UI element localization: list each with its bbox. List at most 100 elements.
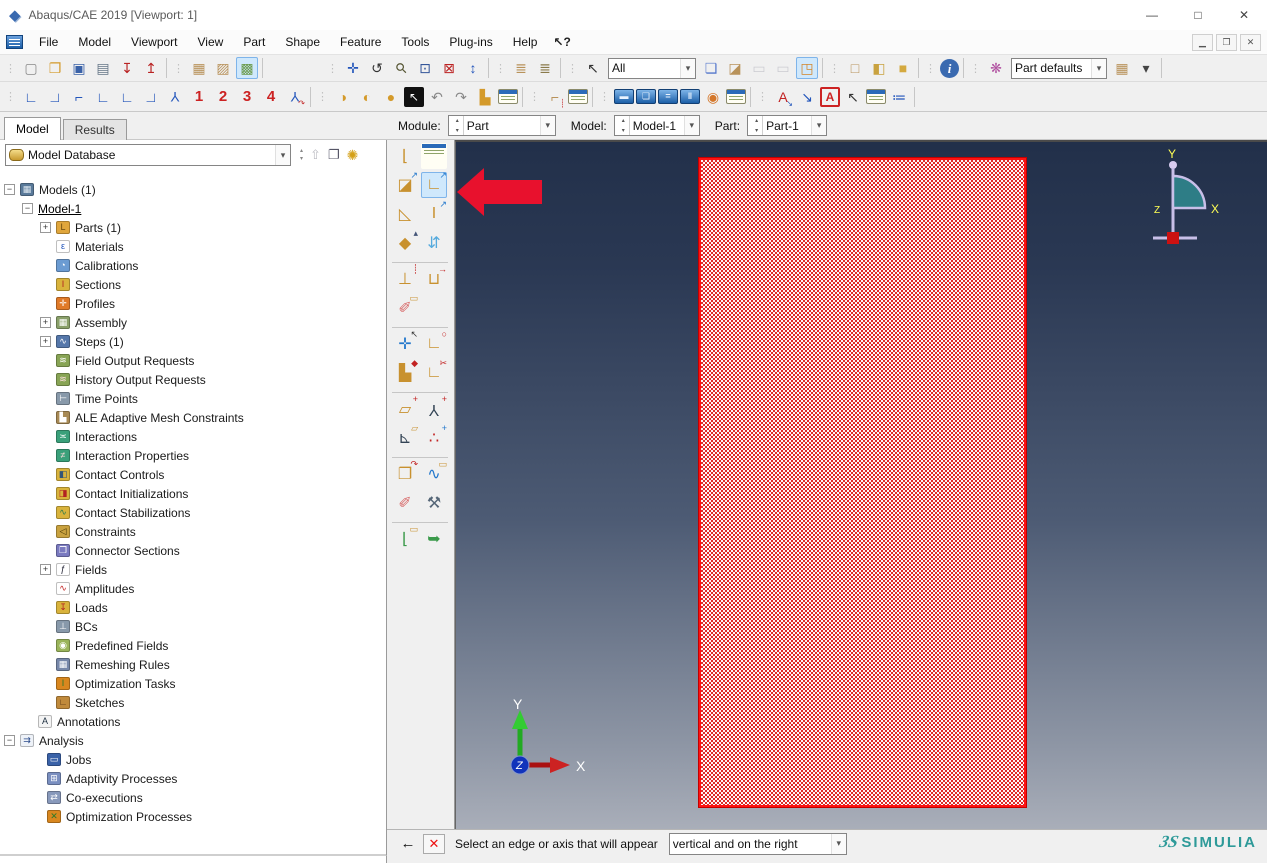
create-wire-icon[interactable]: I ↗: [421, 200, 447, 227]
part-face-highlight[interactable]: [699, 158, 1026, 807]
sketch-transform-icon[interactable]: ❐ ↷: [392, 460, 418, 487]
menu-shape[interactable]: Shape: [275, 30, 330, 54]
tree-item-loads[interactable]: ↧ Loads: [0, 598, 386, 617]
tree-item-amplitudes[interactable]: ∿ Amplitudes: [0, 579, 386, 598]
tree-item-materials[interactable]: ε Materials: [0, 237, 386, 256]
viewport-decor-icon[interactable]: ◉: [702, 86, 724, 108]
magnify-view-icon[interactable]: ⚲: [390, 57, 412, 79]
menu-help[interactable]: Help: [503, 30, 548, 54]
solid-from-shell-icon[interactable]: ⊥ ┊: [392, 265, 418, 292]
tree-item-interactions[interactable]: ≍ Interactions: [0, 427, 386, 446]
menu-model[interactable]: Model: [68, 30, 121, 54]
field-report-icon[interactable]: ≔: [888, 86, 910, 108]
tree-item-calibrations[interactable]: ◔ Calibrations: [0, 256, 386, 275]
repair-point-icon[interactable]: ✛ ↖: [392, 330, 418, 357]
edit-sketch-icon[interactable]: ∿ ▭: [421, 460, 447, 487]
tree-item-time-points[interactable]: ⊢ Time Points: [0, 389, 386, 408]
pan-view-icon[interactable]: ✛: [342, 57, 364, 79]
view-3-icon[interactable]: 3: [236, 86, 258, 108]
window-cascade-icon[interactable]: ❏: [636, 89, 656, 104]
tree-item-predefined-fields[interactable]: ◉ Predefined Fields: [0, 636, 386, 655]
import-database-icon[interactable]: ↧: [116, 57, 138, 79]
create-planar-shell-icon[interactable]: ◺: [392, 201, 418, 227]
perspective-icon[interactable]: Y ↷: [284, 86, 306, 108]
color-cube-icon[interactable]: ▦: [1111, 57, 1133, 79]
render-hidden-icon[interactable]: ▨: [212, 57, 234, 79]
datum-csys-icon[interactable]: ⊾ ▱: [392, 424, 418, 451]
menu-view[interactable]: View: [188, 30, 234, 54]
edit-annotation-icon[interactable]: A ↘: [772, 86, 794, 108]
prompt-cancel-button[interactable]: ✕: [423, 833, 445, 854]
show-wireframe-cube-icon[interactable]: □: [844, 57, 866, 79]
tree-item-contact-initializations[interactable]: ◨ Contact Initializations: [0, 484, 386, 503]
fit-view-icon[interactable]: ⊠: [438, 57, 460, 79]
copy-part-icon[interactable]: ⌊ ▭: [392, 525, 418, 552]
tree-item-steps-1-[interactable]: + ∿ Steps (1): [0, 332, 386, 351]
render-shaded-icon[interactable]: ▩: [236, 57, 258, 79]
tree-item-contact-controls[interactable]: ◧ Contact Controls: [0, 465, 386, 484]
tree-item-field-output-requests[interactable]: ≋ Field Output Requests: [0, 351, 386, 370]
datum-plane-icon[interactable]: ▱ +: [392, 395, 418, 422]
create-solid-primitive-icon[interactable]: ◆ ▴: [392, 229, 418, 256]
tree-item-optimization-tasks[interactable]: I Optimization Tasks: [0, 674, 386, 693]
tree-item-ale-adaptive-mesh-constraints[interactable]: ▙ ALE Adaptive Mesh Constraints: [0, 408, 386, 427]
expand-icon[interactable]: +: [40, 317, 51, 328]
datum-axis-icon[interactable]: Y +: [421, 395, 447, 422]
tree-item-sections[interactable]: I Sections: [0, 275, 386, 294]
circle-solid-icon[interactable]: ●: [380, 86, 402, 108]
module-spinner[interactable]: ▴ ▾: [452, 116, 464, 135]
select-entity-icon[interactable]: ◳: [796, 57, 818, 79]
window-tile-horizontal-icon[interactable]: =: [658, 89, 678, 104]
view-iso-icon[interactable]: Y: [164, 86, 186, 108]
tree-item-adaptivity-processes[interactable]: ⊞ Adaptivity Processes: [0, 769, 386, 788]
view-right-icon[interactable]: ∟: [140, 86, 162, 108]
sketch-erase-icon[interactable]: ✐: [392, 490, 418, 516]
part-spinner[interactable]: ▴ ▾: [751, 116, 764, 135]
view-back-icon[interactable]: ∟: [44, 86, 66, 108]
query-info-icon[interactable]: i: [940, 58, 959, 78]
menu-part[interactable]: Part: [233, 30, 275, 54]
edge-orientation-combo[interactable]: vertical and on the right ▾: [668, 832, 847, 855]
highlight-flag-icon[interactable]: ↖: [404, 86, 424, 107]
view-bottom-icon[interactable]: ∟: [92, 86, 114, 108]
create-solid-extrude-icon[interactable]: ◪ ↗: [392, 171, 418, 198]
context-help-icon[interactable]: ↖?: [553, 35, 570, 49]
tree-item-profiles[interactable]: ✛ Profiles: [0, 294, 386, 313]
suppress-feature-icon[interactable]: ⌐ ┊: [544, 86, 566, 108]
expand-icon[interactable]: +: [40, 336, 51, 347]
view-4-icon[interactable]: 4: [260, 86, 282, 108]
tree-item-annotations[interactable]: A Annotations: [0, 712, 386, 731]
expand-icon[interactable]: +: [40, 222, 51, 233]
select-cells-icon[interactable]: ◪: [724, 57, 746, 79]
show-hide-icon[interactable]: ✺: [347, 147, 359, 164]
tree-spinner[interactable]: ▴ ▾: [300, 148, 303, 162]
import-part-icon[interactable]: ➥: [421, 526, 447, 552]
menu-file[interactable]: File: [29, 30, 68, 54]
tab-model[interactable]: Model: [4, 117, 61, 140]
text-annotation-icon[interactable]: A: [820, 86, 840, 107]
render-wireframe-icon[interactable]: ▦: [188, 57, 210, 79]
model-combo[interactable]: ▴ ▾ Model-1 ▾: [613, 115, 700, 136]
view-1-icon[interactable]: 1: [188, 86, 210, 108]
pointer-icon[interactable]: ↖: [582, 57, 604, 79]
tab-results[interactable]: Results: [62, 119, 127, 140]
open-model-icon[interactable]: ❐: [44, 57, 66, 79]
customize-tools-icon[interactable]: ⚒: [421, 490, 447, 516]
mdi-restore-button[interactable]: ❐: [1216, 33, 1237, 51]
show-solid-cube-icon[interactable]: ■: [892, 57, 914, 79]
part-combo[interactable]: ▴ ▾ Part-1 ▾: [747, 115, 828, 136]
mdi-close-button[interactable]: ✕: [1240, 33, 1261, 51]
part-manager-icon[interactable]: [421, 143, 447, 169]
tree-item-co-executions[interactable]: ⇄ Co-executions: [0, 788, 386, 807]
prompt-back-button[interactable]: ←: [397, 834, 419, 854]
export-database-icon[interactable]: ↥: [140, 57, 162, 79]
cycle-views-icon[interactable]: ↕: [462, 57, 484, 79]
view-cut-icon[interactable]: ≣: [534, 57, 556, 79]
tree-item-interaction-properties[interactable]: ≠ Interaction Properties: [0, 446, 386, 465]
view-options-icon[interactable]: ≣: [510, 57, 532, 79]
remove-cells-icon[interactable]: ✐ ▭: [392, 294, 418, 321]
tree-item-models-1-[interactable]: − ▦ Models (1): [0, 180, 386, 199]
tree-item-model-1[interactable]: − Model-1: [0, 199, 386, 218]
collapse-icon[interactable]: −: [4, 184, 15, 195]
undo-icon[interactable]: ↶: [426, 86, 448, 108]
